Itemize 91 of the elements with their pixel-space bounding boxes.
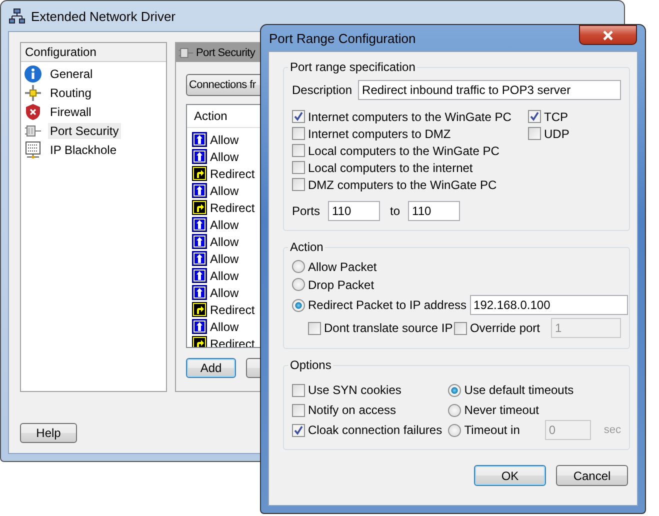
sidebar-item[interactable]: Routing <box>48 84 94 100</box>
close-icon <box>602 30 614 40</box>
help-button[interactable]: Help <box>20 423 77 443</box>
table-cell: Redirect <box>210 200 255 214</box>
turn-arrow-icon <box>192 302 207 317</box>
radio-button[interactable] <box>292 260 305 273</box>
checkbox[interactable] <box>292 110 305 123</box>
checkbox[interactable] <box>292 144 305 157</box>
group-title: Action <box>289 240 324 254</box>
radio-label: Redirect Packet to IP address <box>308 298 467 312</box>
sidebar-item[interactable]: General <box>48 66 95 82</box>
description-field[interactable]: Redirect inbound traffic to POP3 server <box>358 80 621 100</box>
table-cell: Allow <box>210 132 239 146</box>
radio-label: Timeout in <box>464 423 520 437</box>
sidebar-header: Configuration <box>21 43 166 62</box>
table-cell: Redirect <box>210 166 255 180</box>
turn-arrow-icon <box>192 166 207 181</box>
info-icon <box>24 64 42 82</box>
close-button[interactable] <box>579 25 637 45</box>
checkbox-label: Internet computers to the WinGate PC <box>308 110 512 124</box>
field-label: Ports <box>292 204 320 218</box>
checkbox-label: Override port <box>470 321 540 335</box>
checkbox[interactable] <box>308 322 321 334</box>
sidebar-item[interactable]: Port Security <box>48 122 121 138</box>
up-arrow-icon <box>192 285 207 300</box>
field-label: Description <box>292 83 352 97</box>
crossroads-icon <box>24 84 42 102</box>
group-title: Port range specification <box>289 60 416 74</box>
radio-label: Never timeout <box>464 403 539 417</box>
ip-address-field[interactable]: 192.168.0.100 <box>470 295 628 315</box>
table-cell: Allow <box>210 150 239 164</box>
checkbox-label: Local computers to the internet <box>308 160 473 174</box>
panel-title: Port Security <box>196 46 256 58</box>
radio-button[interactable] <box>292 278 305 291</box>
checkbox[interactable] <box>292 161 305 174</box>
checkbox[interactable] <box>292 424 305 436</box>
up-arrow-icon <box>192 217 207 232</box>
up-arrow-icon <box>192 149 207 164</box>
checkbox-label: Notify on access <box>308 403 396 417</box>
sidebar-item[interactable]: Firewall <box>48 104 94 120</box>
port-to-field[interactable]: 110 <box>408 201 460 221</box>
table-cell: Allow <box>210 234 239 248</box>
checkbox-label: Internet computers to DMZ <box>308 126 451 140</box>
table-cell: Allow <box>210 320 239 334</box>
checkbox[interactable] <box>528 127 541 140</box>
checkbox-label: TCP <box>544 110 568 124</box>
checkbox[interactable] <box>292 384 305 396</box>
checkbox[interactable] <box>292 127 305 140</box>
checkbox-label: DMZ computers to the WinGate PC <box>308 178 497 192</box>
up-arrow-icon <box>192 132 207 147</box>
table-cell: Redirect <box>210 302 255 316</box>
up-arrow-icon <box>192 268 207 283</box>
radio-button[interactable] <box>292 298 305 312</box>
cancel-button[interactable]: Cancel <box>556 465 628 486</box>
table-cell: Allow <box>210 286 239 300</box>
add-button[interactable]: Add <box>186 358 236 378</box>
up-arrow-icon <box>192 234 207 249</box>
checkbox-label: UDP <box>544 126 570 140</box>
up-arrow-icon <box>192 251 207 266</box>
table-cell: Allow <box>210 252 239 266</box>
radio-label: Drop Packet <box>308 278 374 292</box>
window-title: Extended Network Driver <box>31 8 176 24</box>
up-arrow-icon <box>192 319 207 334</box>
radio-button[interactable] <box>448 424 462 436</box>
port-from-field[interactable]: 110 <box>328 201 380 221</box>
unit-label: sec <box>604 424 621 436</box>
shield-icon <box>24 102 42 120</box>
table-cell: Allow <box>210 218 239 232</box>
dialog-title: Port Range Configuration <box>269 30 416 46</box>
network-icon <box>9 8 25 24</box>
radio-button[interactable] <box>448 384 462 396</box>
server-grid-icon <box>24 140 42 158</box>
table-cell: Allow <box>210 184 239 198</box>
checkbox[interactable] <box>528 110 541 123</box>
checkbox-label: Use SYN cookies <box>308 383 402 397</box>
checkbox-label: Cloak connection failures <box>308 423 442 437</box>
up-arrow-icon <box>192 183 207 198</box>
checkbox-label: Dont translate source IP <box>324 321 453 335</box>
table-cell: Allow <box>210 268 239 282</box>
sidebar-item[interactable]: IP Blackhole <box>48 142 118 158</box>
checkbox[interactable] <box>292 404 305 416</box>
radio-button[interactable] <box>448 404 462 416</box>
turn-arrow-icon <box>192 336 207 347</box>
field-label: to <box>390 204 400 218</box>
radio-label: Use default timeouts <box>464 383 574 397</box>
checkbox[interactable] <box>292 178 305 191</box>
checkbox-label: Local computers to the WinGate PC <box>308 144 500 158</box>
turn-arrow-icon <box>192 200 207 215</box>
group-title: Options <box>289 358 332 372</box>
radio-label: Allow Packet <box>308 260 377 274</box>
ok-button[interactable]: OK <box>474 465 546 486</box>
